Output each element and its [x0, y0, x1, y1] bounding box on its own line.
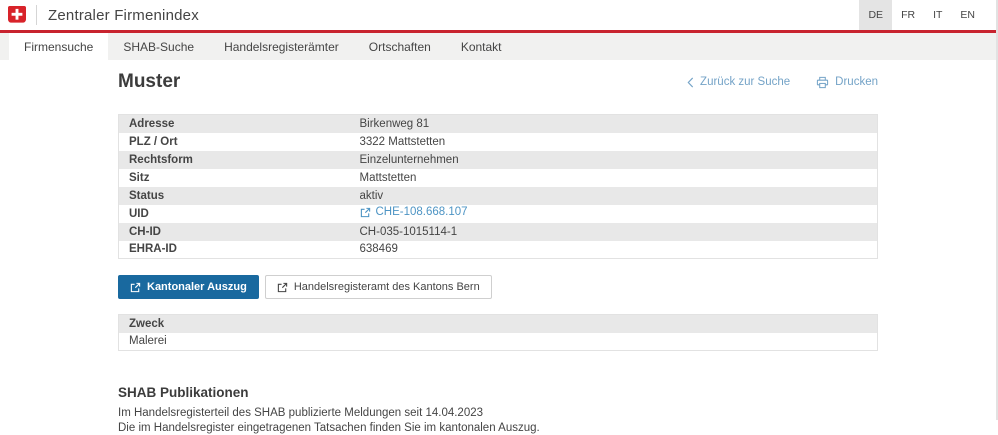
- detail-label: Adresse: [119, 115, 350, 133]
- zweck-value: Malerei: [119, 333, 878, 351]
- page-header: Muster Zurück zur Suche Dr: [118, 69, 878, 95]
- registry-office-label: Handelsregisteramt des Kantons Bern: [294, 281, 480, 293]
- detail-value: Birkenweg 81: [350, 115, 878, 133]
- language-button-de[interactable]: DE: [859, 0, 892, 30]
- external-link-icon: [130, 282, 141, 293]
- tab-ortschaften[interactable]: Ortschaften: [354, 33, 446, 60]
- print-link[interactable]: Drucken: [816, 76, 878, 89]
- cantonal-extract-button[interactable]: Kantonaler Auszug: [118, 275, 259, 299]
- table-row: Status aktiv: [119, 187, 878, 205]
- app-header: Zentraler Firmenindex DE FR IT EN: [0, 0, 996, 30]
- page-title: Muster: [118, 71, 180, 93]
- zweck-value-row: Malerei: [119, 333, 878, 351]
- external-link-icon: [360, 207, 371, 218]
- header-divider: [36, 5, 37, 25]
- tab-kontakt[interactable]: Kontakt: [446, 33, 517, 60]
- shab-section-title: SHAB Publikationen: [118, 385, 878, 400]
- tab-handelsregisteraemter[interactable]: Handelsregisterämter: [209, 33, 354, 60]
- main-content: Muster Zurück zur Suche Dr: [118, 69, 878, 435]
- detail-value: CH-035-1015114-1: [350, 223, 878, 241]
- detail-label: Sitz: [119, 169, 350, 187]
- detail-label: Rechtsform: [119, 151, 350, 169]
- language-button-it[interactable]: IT: [924, 0, 951, 30]
- shab-info-line-1: Im Handelsregisterteil des SHAB publizie…: [118, 406, 878, 421]
- detail-value: Einzelunternehmen: [350, 151, 878, 169]
- cantonal-extract-label: Kantonaler Auszug: [147, 281, 247, 293]
- zweck-header-row: Zweck: [119, 315, 878, 333]
- table-row: Sitz Mattstetten: [119, 169, 878, 187]
- detail-value: CHE-108.668.107: [350, 205, 878, 223]
- table-row: PLZ / Ort 3322 Mattstetten: [119, 133, 878, 151]
- company-details-table: Adresse Birkenweg 81 PLZ / Ort 3322 Matt…: [118, 114, 878, 259]
- detail-label: CH-ID: [119, 223, 350, 241]
- main-navigation: Firmensuche SHAB-Suche Handelsregisteräm…: [0, 33, 996, 60]
- detail-value: Mattstetten: [350, 169, 878, 187]
- detail-label: Status: [119, 187, 350, 205]
- page-actions: Zurück zur Suche Drucken: [687, 76, 878, 89]
- back-to-search-link[interactable]: Zurück zur Suche: [687, 76, 790, 88]
- app-title: Zentraler Firmenindex: [48, 7, 199, 24]
- chevron-left-icon: [687, 77, 694, 88]
- uid-value: CHE-108.668.107: [376, 206, 468, 218]
- shab-info-line-2: Die im Handelsregister eingetragenen Tat…: [118, 421, 878, 435]
- detail-value: aktiv: [350, 187, 878, 205]
- detail-label: UID: [119, 205, 350, 223]
- detail-value: 3322 Mattstetten: [350, 133, 878, 151]
- tab-firmensuche[interactable]: Firmensuche: [9, 33, 108, 60]
- registry-office-button[interactable]: Handelsregisteramt des Kantons Bern: [265, 275, 492, 299]
- zweck-table: Zweck Malerei: [118, 314, 878, 351]
- language-button-fr[interactable]: FR: [892, 0, 924, 30]
- print-label: Drucken: [835, 76, 878, 88]
- detail-label: PLZ / Ort: [119, 133, 350, 151]
- table-row: EHRA-ID 638469: [119, 241, 878, 259]
- language-button-en[interactable]: EN: [951, 0, 984, 30]
- external-link-icon: [277, 282, 288, 293]
- tab-shab-suche[interactable]: SHAB-Suche: [108, 33, 209, 60]
- language-switcher: DE FR IT EN: [859, 0, 984, 30]
- detail-label: EHRA-ID: [119, 241, 350, 259]
- uid-external-link[interactable]: CHE-108.668.107: [360, 206, 468, 218]
- table-row: Adresse Birkenweg 81: [119, 115, 878, 133]
- swiss-cross-logo-icon: [8, 6, 26, 24]
- printer-icon: [816, 76, 829, 89]
- detail-value: 638469: [350, 241, 878, 259]
- zweck-header-label: Zweck: [119, 315, 878, 333]
- back-to-search-label: Zurück zur Suche: [700, 76, 790, 88]
- extract-buttons: Kantonaler Auszug Handelsregisteramt des…: [118, 275, 878, 299]
- shab-publications-section: SHAB Publikationen Im Handelsregistertei…: [118, 385, 878, 435]
- table-row: Rechtsform Einzelunternehmen: [119, 151, 878, 169]
- table-row: CH-ID CH-035-1015114-1: [119, 223, 878, 241]
- table-row: UID CHE-108.668.107: [119, 205, 878, 223]
